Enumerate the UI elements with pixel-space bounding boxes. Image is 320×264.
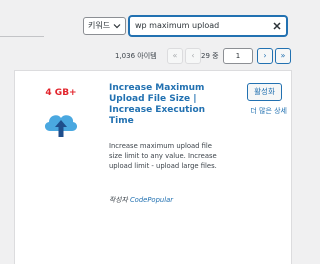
storage-badge: 4 GB+ bbox=[45, 88, 77, 98]
search-type-label: 키워드 bbox=[88, 21, 111, 30]
pagination: 1,036 아이템 « ‹ 29 중 1 › » bbox=[0, 48, 300, 64]
search-query-text: wp maximum upload bbox=[135, 21, 220, 30]
item-count: 1,036 아이템 bbox=[115, 52, 157, 60]
page-of-label: 29 중 bbox=[201, 52, 219, 60]
current-page-input[interactable]: 1 bbox=[223, 48, 253, 64]
cloud-upload-icon bbox=[44, 115, 78, 137]
author-prefix: 작성자 bbox=[109, 196, 128, 204]
plugin-card: 4 GB+ Increase Maximum Upload File Size … bbox=[14, 70, 292, 264]
plugin-author: 작성자 CodePopular bbox=[109, 194, 173, 204]
search-input[interactable]: wp maximum upload bbox=[129, 16, 287, 36]
toolbar-divider bbox=[0, 36, 44, 37]
more-details-link[interactable]: 더 많은 상세 bbox=[239, 106, 287, 116]
plugin-icon[interactable]: 4 GB+ bbox=[32, 88, 90, 146]
search-type-select[interactable]: 키워드 bbox=[83, 17, 126, 35]
prev-page-button[interactable]: ‹ bbox=[185, 48, 201, 64]
plugin-title[interactable]: Increase Maximum Upload File Size | Incr… bbox=[109, 83, 221, 127]
author-link[interactable]: CodePopular bbox=[130, 196, 173, 204]
first-page-button[interactable]: « bbox=[167, 48, 183, 64]
plugin-description: Increase maximum upload file size limit … bbox=[109, 142, 217, 170]
activate-button[interactable]: 활성화 bbox=[247, 83, 282, 101]
close-icon[interactable] bbox=[273, 22, 281, 30]
last-page-button[interactable]: » bbox=[275, 48, 291, 64]
next-page-button[interactable]: › bbox=[257, 48, 273, 64]
chevron-down-icon bbox=[113, 24, 121, 29]
